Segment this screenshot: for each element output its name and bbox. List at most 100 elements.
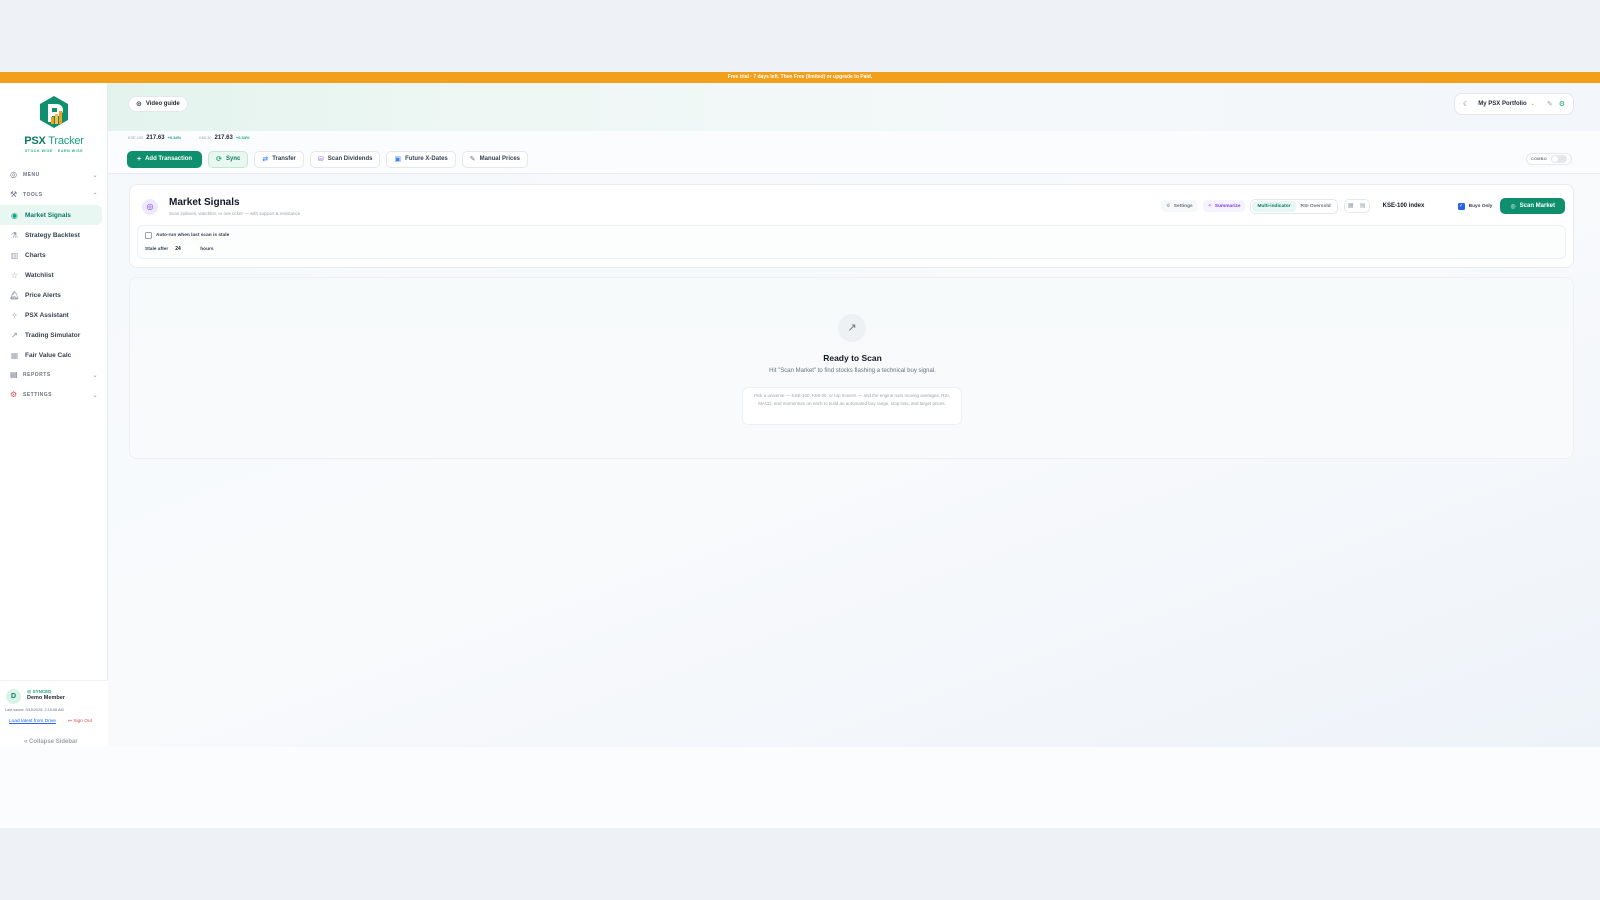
coins-icon: ⛁: [317, 156, 324, 163]
brand-tagline: STOCK WISE · EARN WISE: [24, 149, 84, 153]
add-transaction-button[interactable]: + Add Transaction: [127, 150, 203, 168]
sidebar-item-charts[interactable]: ▥ Charts: [0, 245, 108, 265]
stale-hours-input[interactable]: 24: [172, 245, 197, 254]
sparkle-icon: ✧: [1207, 203, 1212, 209]
action-toolbar: + Add Transaction ⟳ Sync ⇄ Transfer ⛁ Sc…: [127, 150, 534, 168]
wrench-icon: ⚒: [10, 190, 18, 199]
index-ticker: KSE-100 217.63 +0.34% KMI-30 217.63 +0.3…: [128, 133, 268, 143]
sliders-icon: ⚟: [1166, 203, 1171, 209]
page-subtitle: Scan indexes, watchlist, or one ticker —…: [169, 211, 301, 216]
compass-icon: ◎: [10, 170, 18, 179]
gear-icon: ⚙: [10, 390, 18, 399]
chevron-down-icon: ⌄: [92, 392, 98, 399]
sidebar-item-watchlist[interactable]: ☆ Watchlist: [0, 265, 108, 285]
chevron-down-icon: ⌄: [1530, 101, 1535, 107]
report-icon: ▤: [10, 370, 19, 379]
chart-icon: ▥: [10, 250, 19, 260]
sidebar-item-price-alerts[interactable]: 🔔︎ Price Alerts: [0, 285, 108, 305]
pencil-icon[interactable]: ✎: [1547, 100, 1553, 108]
buys-only-checkbox[interactable]: ✓ Buys Only: [1457, 202, 1492, 210]
sidebar-section-menu[interactable]: ◎ MENU ⌄: [0, 165, 108, 185]
brand-name: PSX Tracker: [24, 135, 84, 147]
radar-icon: ◎: [142, 199, 158, 215]
moon-icon[interactable]: ☾: [1463, 100, 1469, 108]
trial-banner[interactable]: Free trial · 7 days left. Then Free (lim…: [0, 72, 1600, 83]
portfolio-selector[interactable]: ☾ My PSX Portfolio ⌄ ✎ ⚙: [1454, 93, 1574, 115]
star-icon: ☆: [10, 270, 19, 280]
transfer-button[interactable]: ⇄ Transfer: [254, 150, 304, 168]
flask-icon: ⚗: [10, 230, 19, 240]
signal-settings-button[interactable]: ⚟ Settings: [1161, 200, 1198, 212]
grid-view-icon[interactable]: ▦: [1345, 200, 1357, 212]
brand-logo[interactable]: PSX Tracker STOCK WISE · EARN WISE: [22, 95, 86, 153]
empty-state-panel: ↗ Ready to Scan Hit "Scan Market" to fin…: [129, 277, 1574, 459]
collapse-sidebar-button[interactable]: « Collapse Sidebar: [24, 739, 78, 745]
checkbox-icon: [145, 232, 152, 239]
sidebar-nav: ◎ MENU ⌄ ⚒ TOOLS ⌃ ◉ Market Signals ⚗ St…: [0, 165, 108, 405]
pencil-icon: ✎: [469, 156, 476, 163]
sidebar-section-settings[interactable]: ⚙ SETTINGS ⌄: [0, 385, 108, 405]
market-signals-panel: ◎ Market Signals Scan indexes, watchlist…: [129, 184, 1574, 268]
future-x-dates-button[interactable]: ▣ Future X-Dates: [386, 150, 456, 168]
sidebar-item-market-signals[interactable]: ◉ Market Signals: [0, 205, 102, 225]
scan-market-button[interactable]: ◎ Scan Market: [1500, 198, 1565, 214]
mode-selector: Multi-indicator RSI Oversold: [1250, 198, 1338, 214]
sync-button[interactable]: ⟳ Sync: [208, 150, 249, 168]
stale-after-row: Stale after 24 hours: [145, 245, 214, 254]
chevron-up-icon: ⌃: [92, 192, 98, 199]
avatar[interactable]: D: [6, 689, 21, 704]
ticker-kse100: KSE-100 217.63 +0.34%: [128, 135, 182, 141]
sidebar-item-psx-assistant[interactable]: ✧ PSX Assistant: [0, 305, 108, 325]
sidebar-section-tools[interactable]: ⚒ TOOLS ⌃: [0, 185, 108, 205]
logo-icon: [40, 96, 68, 128]
empty-state-title: Ready to Scan: [823, 353, 882, 363]
combo-toggle[interactable]: COMBO: [1526, 153, 1573, 165]
settings-icon[interactable]: ⚙: [1559, 100, 1565, 108]
universe-select[interactable]: KSE-100 index: [1377, 199, 1448, 213]
view-toggle: ▦ ▤: [1343, 199, 1370, 213]
sidebar-item-strategy-backtest[interactable]: ⚗ Strategy Backtest: [0, 225, 108, 245]
user-panel: D @ SYNCED Demo Member Last saved: 9/15/…: [0, 680, 108, 747]
sidebar-section-reports[interactable]: ▤ REPORTS ⌄: [0, 365, 108, 385]
page-title: Market Signals: [169, 197, 240, 208]
mode-multi-indicator[interactable]: Multi-indicator: [1252, 200, 1296, 212]
top-header: ⊙ Video guide ☾ My PSX Portfolio ⌄ ✎ ⚙: [108, 83, 1600, 131]
summarize-button[interactable]: ✧ Summarize: [1202, 200, 1246, 212]
last-saved: Last saved: 9/15/2026, 2:16:08 AM: [5, 708, 64, 712]
plus-icon: +: [137, 155, 142, 163]
sidebar-item-trading-simulator[interactable]: ↗ Trading Simulator: [0, 325, 108, 345]
radar-icon: ◎: [1510, 203, 1516, 210]
app-window: Free trial · 7 days left. Then Free (lim…: [0, 72, 1600, 828]
checkbox-checked-icon: ✓: [1457, 202, 1465, 210]
play-circle-icon: ⊙: [136, 101, 142, 108]
sidebar: PSX Tracker STOCK WISE · EARN WISE ◎ MEN…: [0, 83, 108, 747]
manual-prices-button[interactable]: ✎ Manual Prices: [461, 150, 528, 168]
mode-rsi-oversold[interactable]: RSI Oversold: [1296, 201, 1336, 212]
chevron-down-icon: ⌄: [92, 172, 98, 179]
sign-out-button[interactable]: ↦ Sign Out: [68, 719, 92, 724]
toggle-switch[interactable]: [1551, 155, 1568, 163]
sync-status: @ SYNCED: [27, 689, 52, 694]
calculator-icon: ▦: [10, 350, 19, 360]
page-background: [0, 828, 1600, 900]
user-name: Demo Member: [27, 695, 65, 701]
sidebar-item-fair-value-calc[interactable]: ▦ Fair Value Calc: [0, 345, 108, 365]
empty-state-note: Pick a universe — KSE-100, KMI-30, or to…: [742, 387, 962, 425]
trend-up-icon: ↗: [838, 314, 866, 342]
chevron-down-icon: ⌄: [92, 372, 98, 379]
signal-controls: ⚟ Settings ✧ Summarize Multi-indicator R…: [1161, 198, 1565, 214]
signal-icon: ◉: [11, 210, 18, 220]
auto-run-checkbox[interactable]: Auto-run when last scan is stale: [145, 232, 229, 239]
empty-state-subtitle: Hit "Scan Market" to find stocks flashin…: [769, 368, 936, 374]
sparkle-icon: ✧: [11, 310, 18, 320]
bell-icon: 🔔︎: [9, 290, 20, 300]
load-from-drive-link[interactable]: Load latest from Drive: [9, 719, 56, 724]
trend-icon: ↗: [11, 330, 18, 340]
scan-dividends-button[interactable]: ⛁ Scan Dividends: [309, 150, 381, 168]
swap-icon: ⇄: [262, 156, 269, 163]
ticker-kmi30: KMI-30 217.63 +0.34%: [199, 135, 250, 141]
scan-options: Auto-run when last scan is stale Stale a…: [137, 225, 1566, 259]
refresh-icon: ⟳: [216, 156, 222, 163]
video-guide-button[interactable]: ⊙ Video guide: [128, 96, 188, 112]
list-view-icon[interactable]: ▤: [1357, 200, 1369, 212]
